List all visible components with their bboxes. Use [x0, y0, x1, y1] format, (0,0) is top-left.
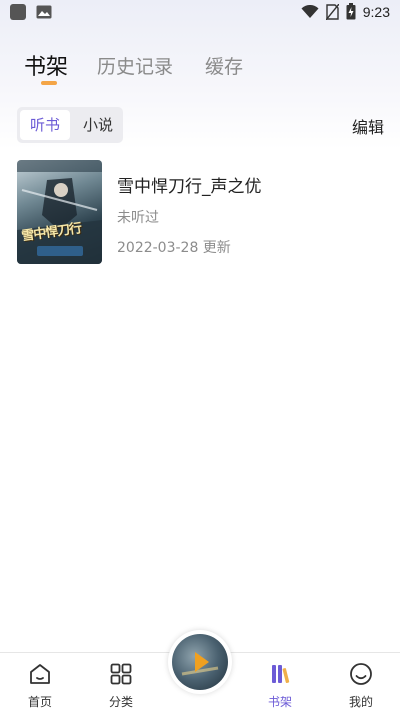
book-title[interactable]: 雪中悍刀行_声之优 [117, 172, 262, 197]
nav-home[interactable]: 首页 [10, 661, 70, 710]
tab-history[interactable]: 历史记录 [97, 52, 173, 79]
gallery-icon [36, 5, 52, 19]
edit-button[interactable]: 编辑 [352, 114, 384, 138]
segment-audiobook[interactable]: 听书 [20, 110, 70, 140]
tab-bookshelf[interactable]: 书架 [24, 49, 68, 81]
battery-charging-icon [346, 3, 356, 20]
bookshelf-icon [272, 665, 290, 684]
play-icon [181, 652, 219, 676]
category-icon [110, 663, 132, 685]
update-date: 2022-03-28 更新 [117, 240, 231, 256]
wifi-icon [301, 4, 319, 18]
book-item[interactable]: 雪中悍刀行 雪中悍刀行_声之优 未听过 2022-03-28 更新 [17, 160, 383, 264]
profile-icon [350, 663, 372, 685]
listen-status: 未听过 [117, 210, 159, 226]
audiobook-novel-switch: 听书 小说 [17, 107, 123, 143]
book-cover[interactable]: 雪中悍刀行 [17, 160, 102, 264]
tab-cache[interactable]: 缓存 [205, 52, 243, 79]
nav-category-label: 分类 [108, 695, 133, 709]
nav-home-label: 首页 [27, 695, 52, 709]
nav-bookshelf[interactable]: 书架 [250, 661, 310, 710]
tab-indicator [41, 81, 57, 85]
nav-profile[interactable]: 我的 [331, 661, 391, 710]
clock: 9:23 [362, 3, 390, 20]
player-button[interactable] [168, 630, 232, 694]
cover-band [37, 246, 83, 256]
nav-category[interactable]: 分类 [91, 661, 151, 710]
no-sim-icon [325, 3, 339, 20]
nav-profile-label: 我的 [348, 695, 373, 709]
home-icon [30, 664, 50, 684]
segment-novel[interactable]: 小说 [73, 110, 123, 140]
app-icon [10, 4, 26, 20]
top-tabs: 书架 历史记录 缓存 [0, 48, 400, 88]
nav-bookshelf-label: 书架 [267, 695, 292, 709]
player-cover [172, 634, 228, 690]
status-bar: 9:23 [0, 0, 400, 26]
